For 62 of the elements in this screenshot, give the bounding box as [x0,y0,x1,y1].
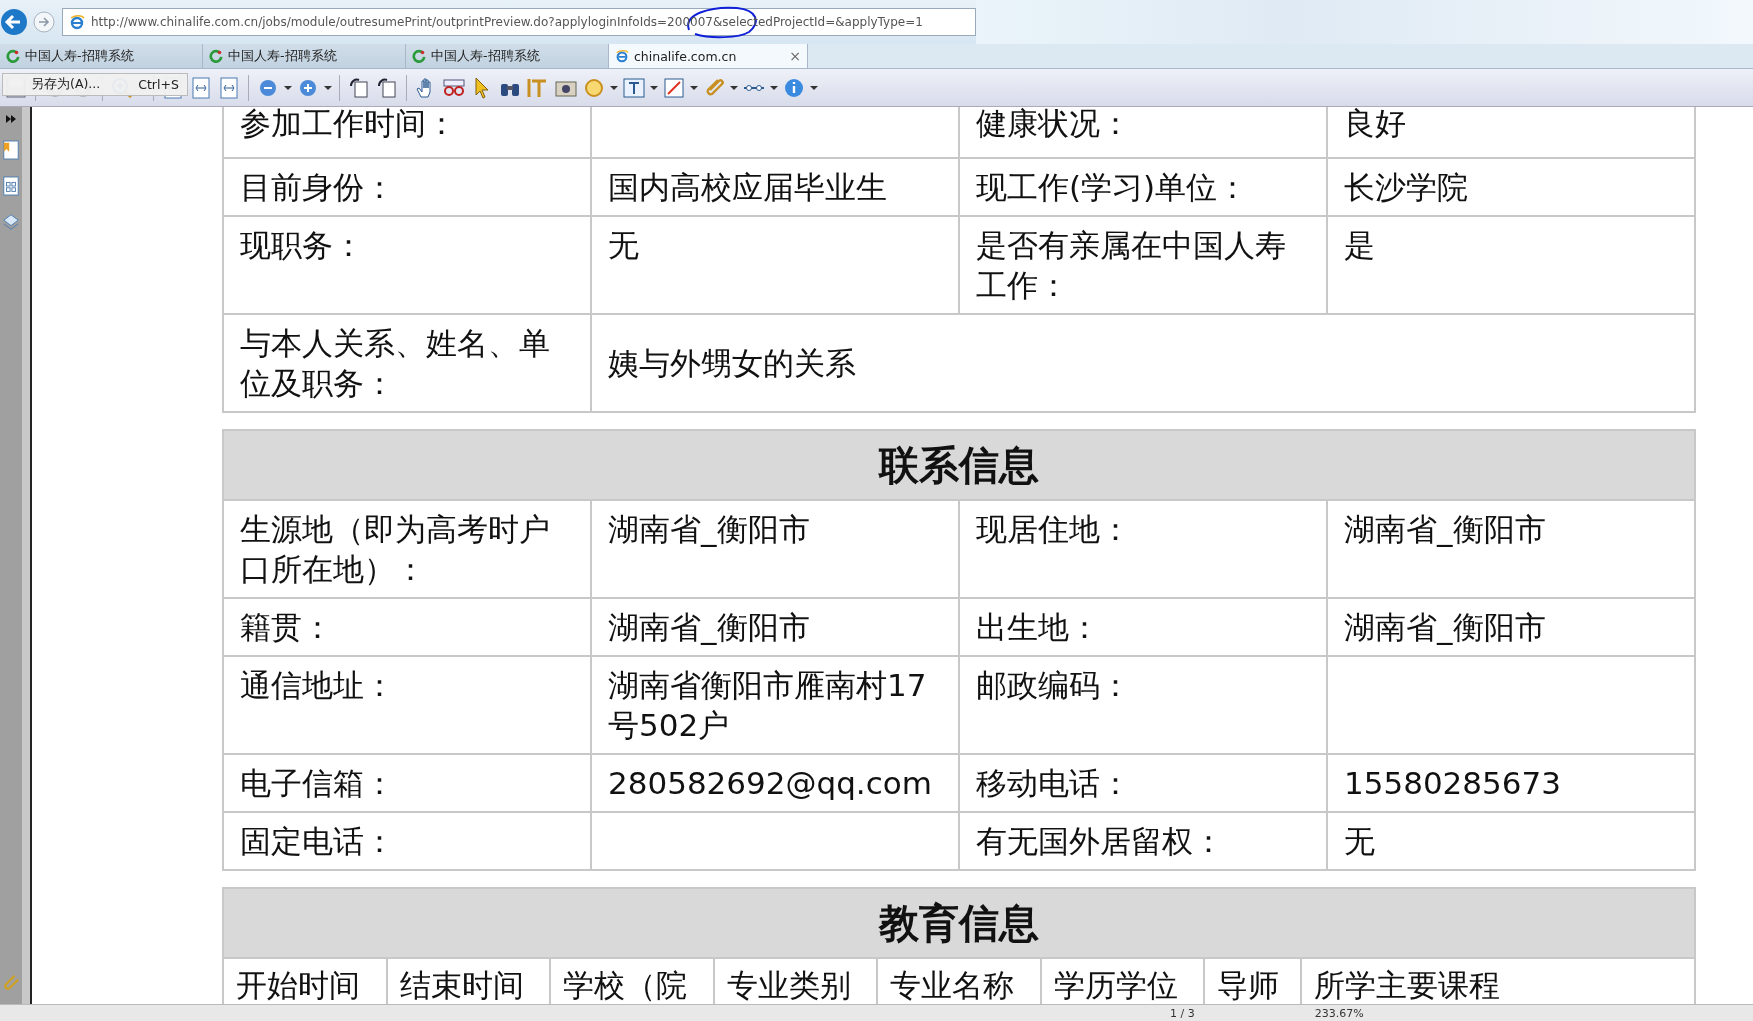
caret-icon[interactable] [324,83,332,92]
field-label: 现工作(学习)单位： [959,158,1327,216]
zoom-level[interactable]: 233.67% [1314,1006,1364,1020]
ie-icon [69,14,85,30]
caret-icon[interactable] [810,83,818,92]
field-value: 湖南省_衡阳市 [591,598,959,656]
field-label: 是否有亲属在中国人寿工作： [959,216,1327,314]
field-label: 固定电话： [223,812,591,870]
caret-icon[interactable] [770,83,778,92]
field-label: 现居住地： [959,500,1327,598]
field-label: 籍贯： [223,598,591,656]
field-value: 湖南省_衡阳市 [1327,598,1695,656]
caret-icon[interactable] [650,83,658,92]
shortcut-text: Ctrl+S [138,77,179,92]
thumbnails-icon[interactable] [2,175,20,197]
field-label: 生源地（即为高考时户口所在地）： [223,500,591,598]
layers-icon[interactable] [2,211,20,233]
browser-tab[interactable]: 中国人寿-招聘系统 [0,44,203,68]
ie-icon [615,49,629,63]
field-label: 健康状况： [959,107,1327,158]
note-icon[interactable] [662,75,686,100]
field-value: 湖南省衡阳市雁南村17号502户 [591,656,959,754]
caret-icon[interactable] [690,83,698,92]
browser-tab[interactable]: chinalife.com.cn × [609,44,808,68]
field-value: 湖南省_衡阳市 [1327,500,1695,598]
textbox-icon[interactable] [622,75,646,100]
section-heading: 教育信息 [222,887,1696,957]
browser-tab[interactable]: 中国人寿-招聘系统 [203,44,406,68]
field-value: 无 [591,216,959,314]
field-value: 姨与外甥女的关系 [591,314,1695,412]
field-label: 参加工作时间： [223,107,591,158]
field-label: 与本人关系、姓名、单位及职务： [223,314,591,412]
field-label: 目前身份： [223,158,591,216]
refresh-logo-icon [6,49,20,63]
double-arrow-icon[interactable] [5,113,17,125]
field-value: 是 [1327,216,1695,314]
back-icon[interactable] [0,8,28,36]
field-value: 国内高校应届毕业生 [591,158,959,216]
field-label: 现职务： [223,216,591,314]
section-heading: 联系信息 [222,429,1696,499]
field-value: 15580285673 [1327,754,1695,812]
field-label: 有无国外居留权： [959,812,1327,870]
field-label: 通信地址： [223,656,591,754]
caret-icon[interactable] [610,83,618,92]
field-value: 湖南省_衡阳市 [591,500,959,598]
field-label: 邮政编码： [959,656,1327,754]
refresh-logo-icon [209,49,223,63]
field-value: 280582692@qq.com [591,754,959,812]
page-indicator[interactable]: 1 / 3 [1170,1006,1195,1020]
field-value: 良好 [1327,107,1695,158]
refresh-logo-icon [412,49,426,63]
tab-close-button[interactable]: × [789,48,801,64]
menu-item[interactable]: 另存为(A)... [31,76,101,93]
field-value: 无 [1327,812,1695,870]
browser-tab[interactable]: 中国人寿-招聘系统 [406,44,609,68]
field-label: 出生地： [959,598,1327,656]
field-label: 电子信箱： [223,754,591,812]
field-value: 长沙学院 [1327,158,1695,216]
bookmark-icon[interactable] [2,139,20,161]
caret-icon[interactable] [284,83,292,92]
caret-icon[interactable] [730,83,738,92]
field-label: 移动电话： [959,754,1327,812]
